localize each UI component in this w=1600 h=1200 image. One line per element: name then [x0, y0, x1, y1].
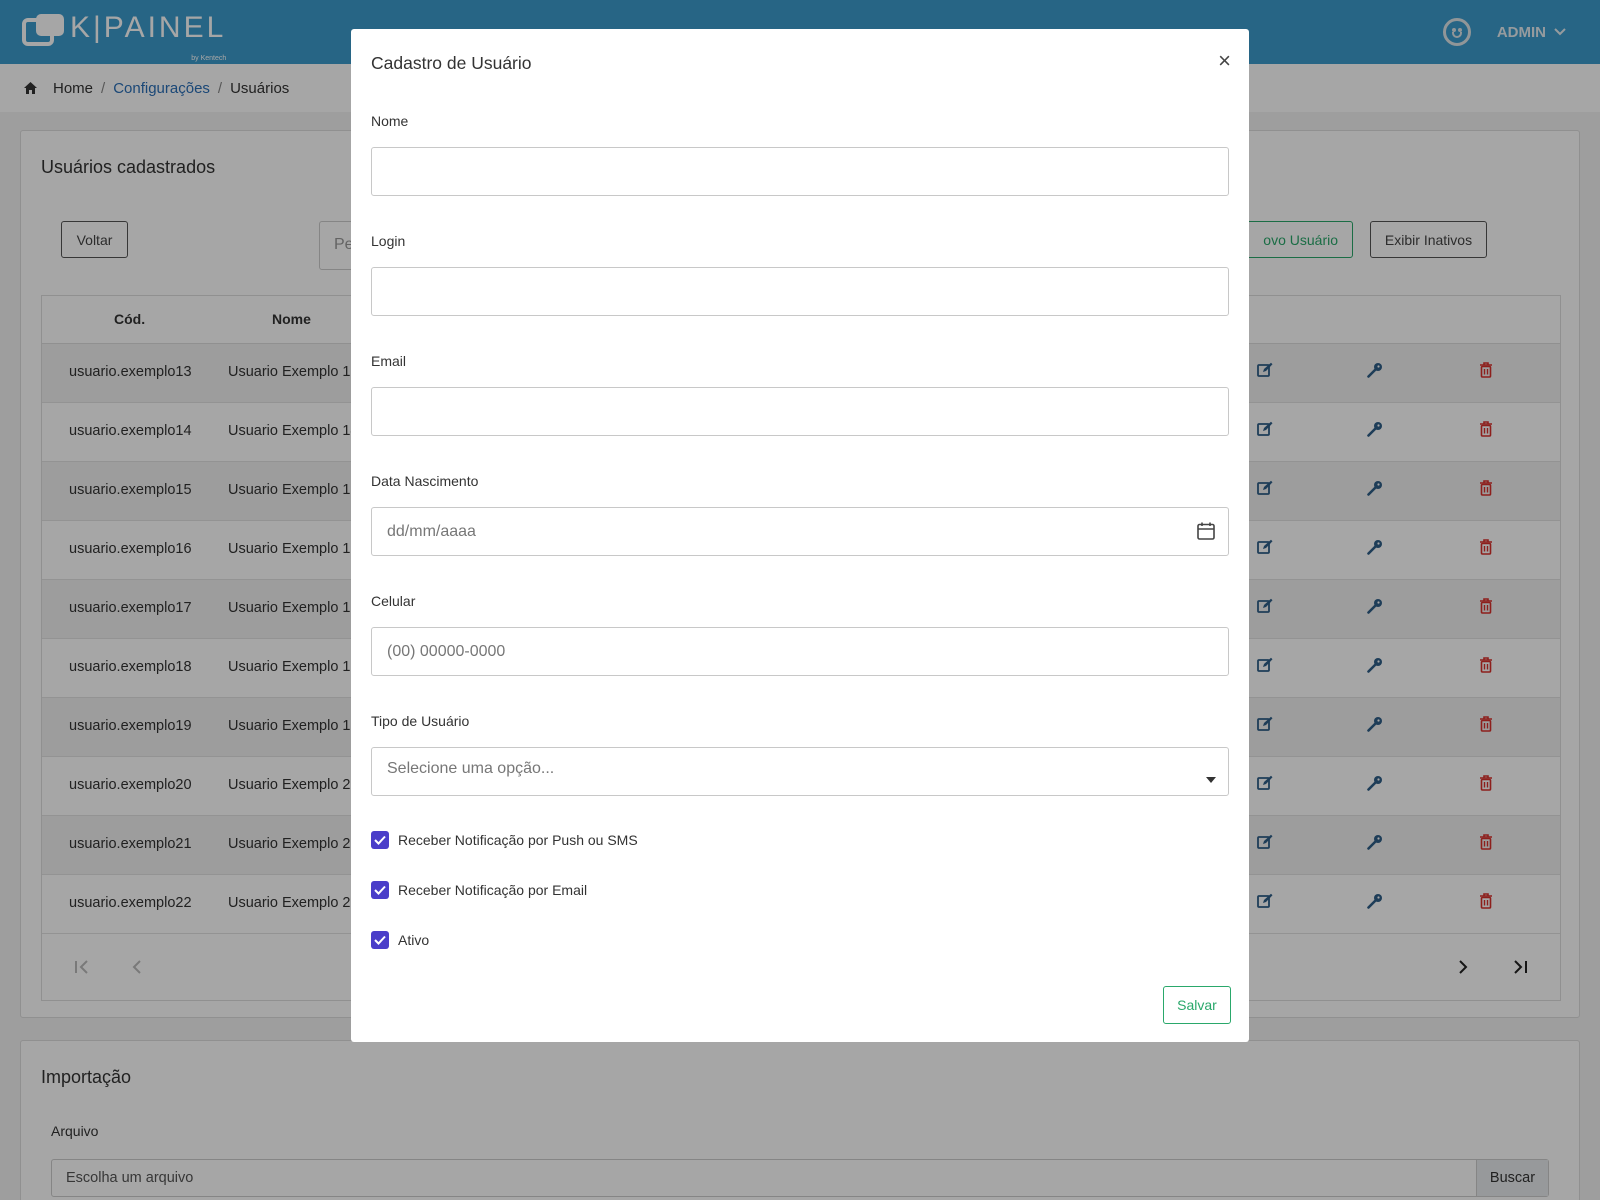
modal-title: Cadastro de Usuário [371, 53, 532, 73]
email-notification-checkbox[interactable] [371, 881, 389, 899]
birth-date-input[interactable]: dd/mm/aaaa [371, 507, 1229, 556]
user-type-select[interactable]: Selecione uma opção... [371, 747, 1229, 796]
email-notification-checkbox-row[interactable]: Receber Notificação por Email [371, 881, 587, 899]
nome-input[interactable] [371, 147, 1229, 196]
save-button[interactable]: Salvar [1163, 986, 1231, 1024]
push-sms-label: Receber Notificação por Push ou SMS [398, 832, 638, 848]
dropdown-caret-icon [1206, 770, 1216, 788]
user-registration-modal: Cadastro de Usuário × Nome Login Email D… [351, 29, 1249, 1042]
close-icon[interactable]: × [1218, 50, 1231, 72]
active-label: Ativo [398, 932, 430, 948]
login-input[interactable] [371, 267, 1229, 316]
email-label: Email [371, 353, 407, 369]
push-sms-checkbox-row[interactable]: Receber Notificação por Push ou SMS [371, 831, 638, 849]
email-notification-label: Receber Notificação por Email [398, 882, 588, 898]
login-label: Login [371, 233, 406, 249]
phone-placeholder: (00) 00000-0000 [387, 642, 506, 660]
phone-input[interactable]: (00) 00000-0000 [371, 627, 1229, 676]
active-checkbox[interactable] [371, 931, 389, 949]
user-type-placeholder: Selecione uma opção... [387, 760, 555, 777]
nome-label: Nome [371, 113, 409, 129]
push-sms-checkbox[interactable] [371, 831, 389, 849]
active-checkbox-row[interactable]: Ativo [371, 931, 429, 949]
email-input[interactable] [371, 387, 1229, 436]
birth-date-placeholder: dd/mm/aaaa [387, 522, 476, 540]
phone-label: Celular [371, 593, 416, 609]
calendar-icon[interactable] [1196, 521, 1216, 546]
user-type-label: Tipo de Usuário [371, 713, 470, 729]
birth-date-label: Data Nascimento [371, 473, 479, 489]
